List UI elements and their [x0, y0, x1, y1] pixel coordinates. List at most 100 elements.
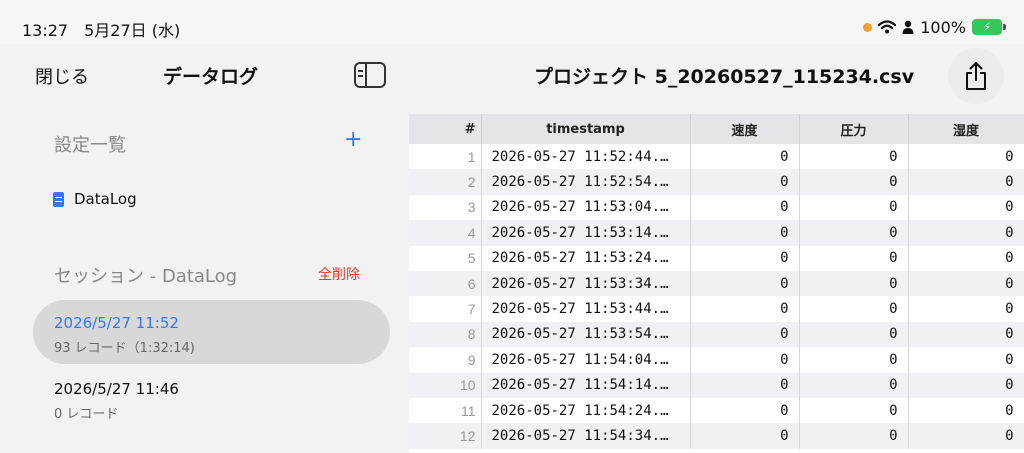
- close-button[interactable]: 閉じる: [35, 63, 89, 89]
- table-cell: 0: [690, 347, 800, 373]
- table-cell: 0: [799, 270, 909, 297]
- table-cell: 0: [690, 270, 800, 297]
- person-icon: [902, 20, 914, 34]
- row-number-cell: 7: [409, 296, 482, 322]
- column-header[interactable]: 湿度: [908, 114, 1024, 144]
- table-cell: 0: [690, 423, 800, 449]
- table-cell: 0: [690, 245, 800, 271]
- table-cell: 2026-05-27 11:53:24.…: [481, 245, 691, 271]
- table-cell: 0: [799, 397, 909, 424]
- table-cell: 0: [690, 372, 800, 398]
- share-button[interactable]: [948, 48, 1004, 104]
- row-number-cell: 6: [409, 270, 482, 297]
- column-header[interactable]: 速度: [690, 114, 800, 144]
- table-cell: 0: [908, 397, 1024, 424]
- row-number-cell: 12: [409, 423, 482, 449]
- wifi-icon: [878, 20, 897, 34]
- table-cell: 0: [799, 321, 909, 348]
- table-row[interactable]: 2 2026-05-27 11:52:54.… 0 0 0: [409, 169, 1024, 195]
- status-indicators: 100% ⚡: [863, 16, 1006, 38]
- sidebar-toggle-icon[interactable]: [354, 62, 386, 88]
- table-cell: 0: [799, 347, 909, 373]
- config-item-datalog[interactable]: DataLog: [53, 190, 137, 208]
- table-cell: 2026-05-27 11:53:14.…: [481, 220, 691, 246]
- table-header-row: # timestamp 速度 圧力 湿度: [409, 114, 1024, 144]
- column-header[interactable]: timestamp: [481, 114, 691, 144]
- row-number-cell: 2: [409, 169, 482, 195]
- session-item[interactable]: 2026/5/27 11:52 93 レコード（1:32:14): [33, 300, 390, 364]
- add-config-button[interactable]: +: [344, 127, 362, 152]
- table-cell: 2026-05-27 11:53:44.…: [481, 296, 691, 322]
- data-table-container[interactable]: # timestamp 速度 圧力 湿度 1 2026-05-27 11:52:4…: [409, 114, 1024, 453]
- column-header[interactable]: #: [409, 114, 482, 144]
- table-cell: 0: [799, 423, 909, 449]
- table-row[interactable]: 8 2026-05-27 11:53:54.… 0 0 0: [409, 321, 1024, 348]
- table-cell: 0: [908, 220, 1024, 246]
- table-row[interactable]: 3 2026-05-27 11:53:04.… 0 0 0: [409, 194, 1024, 221]
- status-bar: 13:27 5月27日 (水) 100% ⚡: [0, 0, 1024, 44]
- status-time: 13:27 5月27日 (水): [22, 21, 181, 40]
- row-number-cell: 1: [409, 144, 482, 170]
- table-cell: 2026-05-27 11:54:04.…: [481, 347, 691, 373]
- session-date: 2026/5/27 11:52: [54, 314, 179, 332]
- session-meta: 93 レコード（1:32:14): [54, 341, 195, 356]
- session-meta: 0 レコード: [54, 407, 119, 422]
- table-cell: 0: [799, 296, 909, 322]
- file-title: プロジェクト 5_20260527_115234.csv: [534, 66, 915, 88]
- table-cell: 0: [799, 245, 909, 271]
- table-cell: 0: [799, 169, 909, 195]
- document-icon: [53, 191, 64, 207]
- table-cell: 0: [799, 220, 909, 246]
- table-cell: 2026-05-27 11:53:04.…: [481, 194, 691, 221]
- table-cell: 0: [908, 423, 1024, 449]
- table-cell: 0: [908, 347, 1024, 373]
- table-row[interactable]: 1 2026-05-27 11:52:44.… 0 0 0: [409, 144, 1024, 170]
- row-number-cell: 11: [409, 397, 482, 424]
- table-cell: 0: [908, 270, 1024, 297]
- session-item[interactable]: 2026/5/27 11:46 0 レコード: [33, 366, 390, 430]
- table-row[interactable]: 6 2026-05-27 11:53:34.… 0 0 0: [409, 270, 1024, 297]
- table-cell: 2026-05-27 11:54:14.…: [481, 372, 691, 398]
- table-cell: 2026-05-27 11:53:34.…: [481, 270, 691, 297]
- session-date: 2026/5/27 11:46: [54, 380, 179, 398]
- row-number-cell: 8: [409, 321, 482, 348]
- row-number-cell: 5: [409, 245, 482, 271]
- row-number-cell: 10: [409, 372, 482, 398]
- config-section-header: 設定一覧: [54, 135, 126, 156]
- table-row[interactable]: 10 2026-05-27 11:54:14.… 0 0 0: [409, 372, 1024, 398]
- table-cell: 0: [690, 144, 800, 170]
- config-item-label: DataLog: [74, 190, 137, 208]
- table-cell: 0: [908, 144, 1024, 170]
- table-cell: 0: [690, 296, 800, 322]
- sidebar-title: データログ: [163, 66, 259, 88]
- table-cell: 0: [908, 296, 1024, 322]
- table-row[interactable]: 12 2026-05-27 11:54:34.… 0 0 0: [409, 423, 1024, 449]
- battery-charging-icon: ⚡: [972, 19, 1006, 35]
- table-row[interactable]: 9 2026-05-27 11:54:04.… 0 0 0: [409, 347, 1024, 373]
- column-header[interactable]: 圧力: [799, 114, 909, 144]
- session-section-header: セッション - DataLog: [54, 266, 238, 287]
- table-cell: 0: [690, 194, 800, 221]
- table-cell: 0: [908, 194, 1024, 221]
- table-cell: 0: [690, 169, 800, 195]
- table-cell: 0: [690, 321, 800, 348]
- table-cell: 0: [908, 245, 1024, 271]
- table-cell: 0: [690, 397, 800, 424]
- table-cell: 0: [799, 372, 909, 398]
- table-cell: 0: [908, 169, 1024, 195]
- table-cell: 2026-05-27 11:52:54.…: [481, 169, 691, 195]
- table-cell: 2026-05-27 11:54:24.…: [481, 397, 691, 424]
- table-cell: 2026-05-27 11:53:54.…: [481, 321, 691, 348]
- delete-all-button[interactable]: 全削除: [318, 264, 360, 284]
- sidebar: 閉じる データログ 設定一覧 + DataLog セッション - DataLog…: [15, 47, 409, 453]
- row-number-cell: 3: [409, 194, 482, 221]
- table-row[interactable]: 7 2026-05-27 11:53:44.… 0 0 0: [409, 296, 1024, 322]
- share-icon: [966, 62, 986, 90]
- table-row[interactable]: 11 2026-05-27 11:54:24.… 0 0 0: [409, 397, 1024, 424]
- row-number-cell: 9: [409, 347, 482, 373]
- table-row[interactable]: 4 2026-05-27 11:53:14.… 0 0 0: [409, 220, 1024, 246]
- row-number-cell: 4: [409, 220, 482, 246]
- table-row[interactable]: 5 2026-05-27 11:53:24.… 0 0 0: [409, 245, 1024, 271]
- table-cell: 0: [908, 321, 1024, 348]
- table-cell: 2026-05-27 11:52:44.…: [481, 144, 691, 170]
